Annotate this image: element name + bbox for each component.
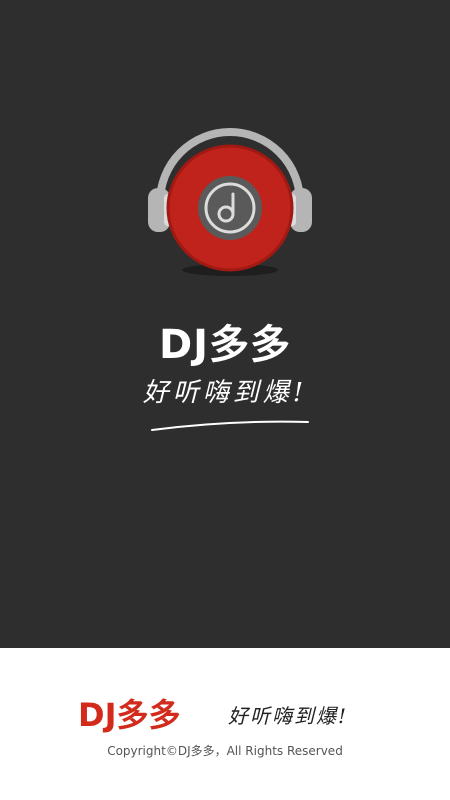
app-tagline: 好听嗨到爆!	[142, 378, 308, 408]
headphones-music-disc-icon	[148, 128, 312, 276]
splash-screen: DJ多多 好听嗨到爆! DJ多多 好听嗨到爆! Copyright©DJ多多，A…	[0, 0, 450, 800]
splash-panel: DJ多多 好听嗨到爆!	[0, 0, 450, 648]
footer-tagline: 好听嗨到爆!	[228, 704, 349, 728]
app-title: DJ多多	[158, 322, 292, 368]
tagline-underline	[151, 420, 309, 431]
footer-brand: DJ多多	[78, 696, 181, 734]
copyright-text: Copyright©DJ多多，All Rights Reserved	[107, 744, 343, 758]
